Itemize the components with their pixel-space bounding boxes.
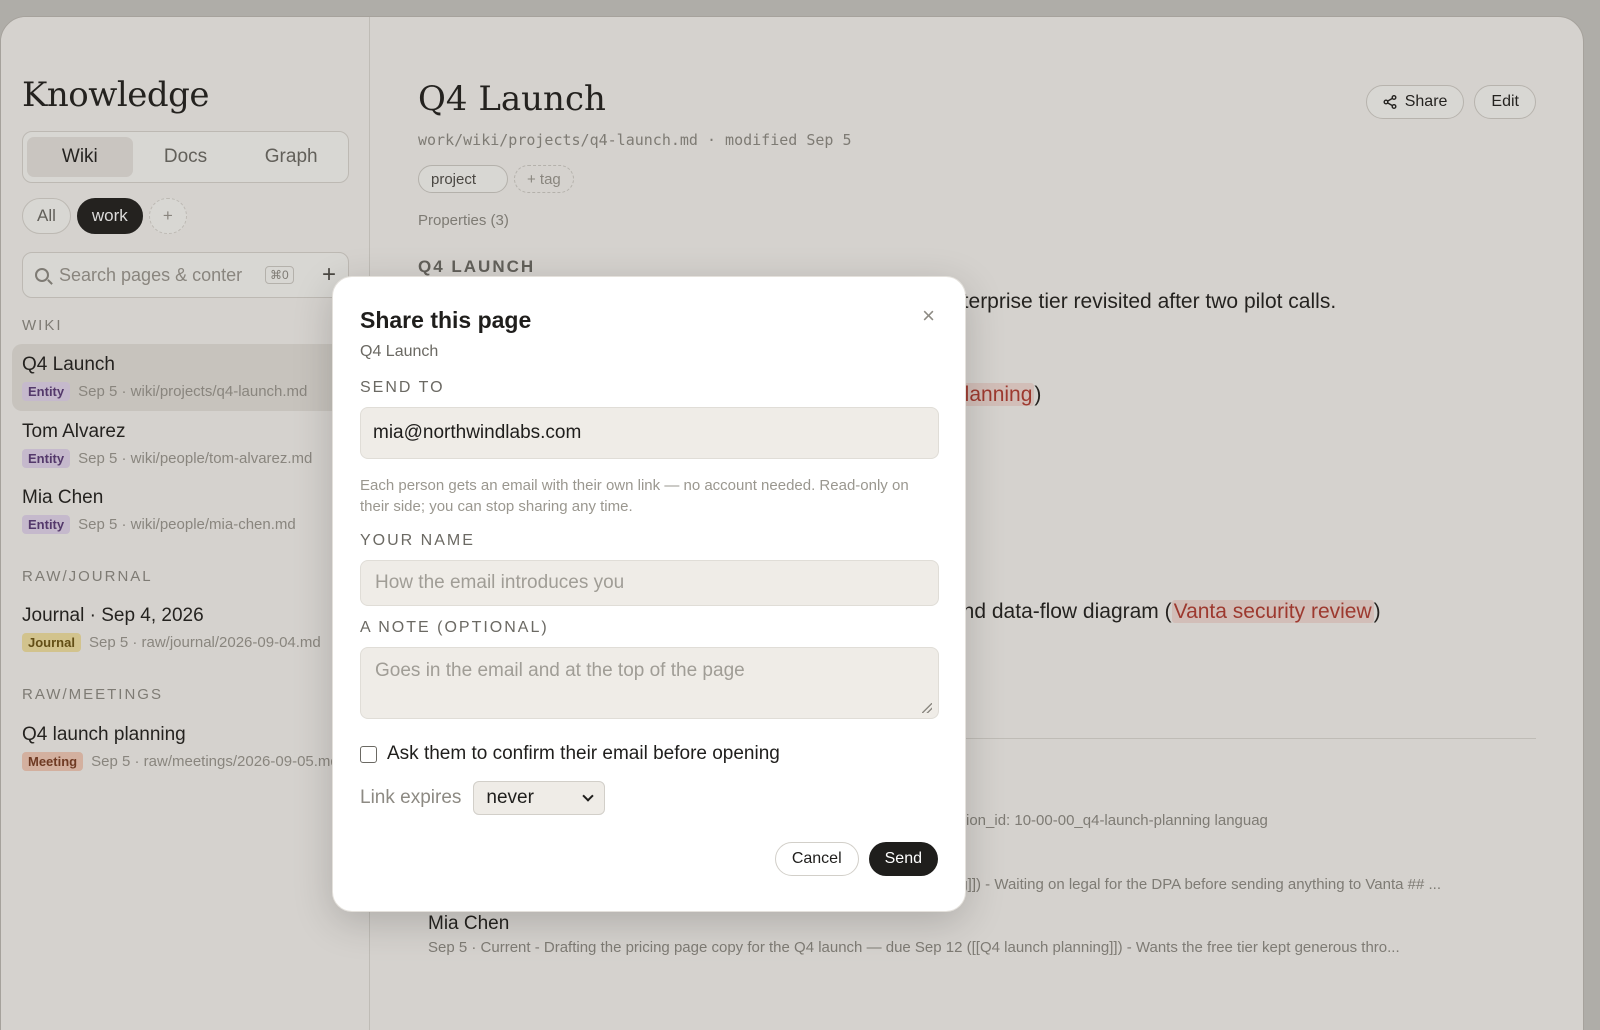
- dialog-title: Share this page: [360, 307, 532, 333]
- link-expires-select[interactable]: never: [473, 781, 606, 815]
- your-name-label: YOUR NAME: [360, 532, 475, 549]
- link-expires-row: Link expires never: [360, 781, 606, 815]
- send-to-input[interactable]: mia@northwindlabs.com: [360, 407, 939, 459]
- note-textarea[interactable]: Goes in the email and at the top of the …: [360, 647, 939, 719]
- send-to-label: SEND TO: [360, 379, 445, 396]
- your-name-input[interactable]: How the email introduces you: [360, 560, 939, 606]
- confirm-email-row[interactable]: Ask them to confirm their email before o…: [360, 743, 780, 765]
- send-button[interactable]: Send: [868, 842, 938, 876]
- link-expires-value: never: [486, 787, 534, 808]
- link-expires-label: Link expires: [360, 787, 462, 808]
- chevron-down-icon: [582, 790, 595, 802]
- dialog-actions: Cancel Send: [774, 842, 938, 876]
- confirm-email-label: Ask them to confirm their email before o…: [387, 743, 780, 764]
- cancel-button[interactable]: Cancel: [774, 842, 859, 876]
- send-to-help: Each person gets an email with their own…: [360, 477, 909, 515]
- resize-handle-icon[interactable]: [922, 703, 932, 713]
- note-label: A NOTE (OPTIONAL): [360, 619, 549, 636]
- share-dialog: Share this page Q4 Launch × SEND TO mia@…: [332, 276, 966, 912]
- confirm-email-checkbox[interactable]: [360, 745, 377, 763]
- dialog-subtitle: Q4 Launch: [360, 343, 439, 360]
- close-icon[interactable]: ×: [922, 303, 935, 329]
- note-placeholder: Goes in the email and at the top of the …: [375, 660, 745, 681]
